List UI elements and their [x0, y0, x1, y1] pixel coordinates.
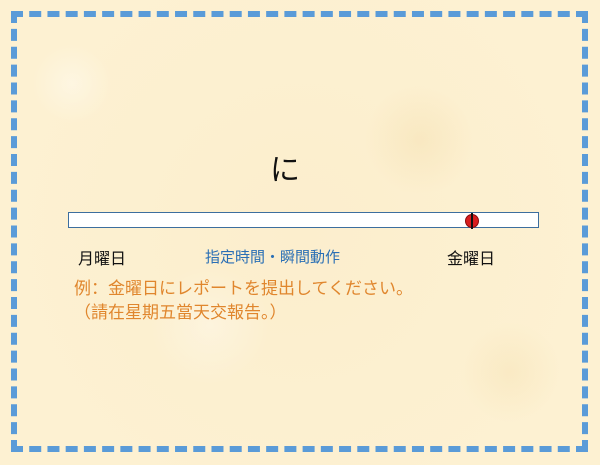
example-translation: （請在星期五當天交報告。）	[74, 303, 287, 323]
particle-ni: に	[270, 153, 300, 188]
timeline-middle-label: 指定時間・瞬間動作	[205, 248, 341, 266]
timeline-end-label: 金曜日	[447, 249, 496, 268]
timeline-bar	[68, 212, 539, 229]
dashed-frame	[11, 11, 588, 452]
timeline-start-label: 月曜日	[78, 249, 127, 268]
timeline-marker	[465, 213, 480, 229]
example-sentence: 例：金曜日にレポートを提出してください。	[74, 279, 413, 299]
